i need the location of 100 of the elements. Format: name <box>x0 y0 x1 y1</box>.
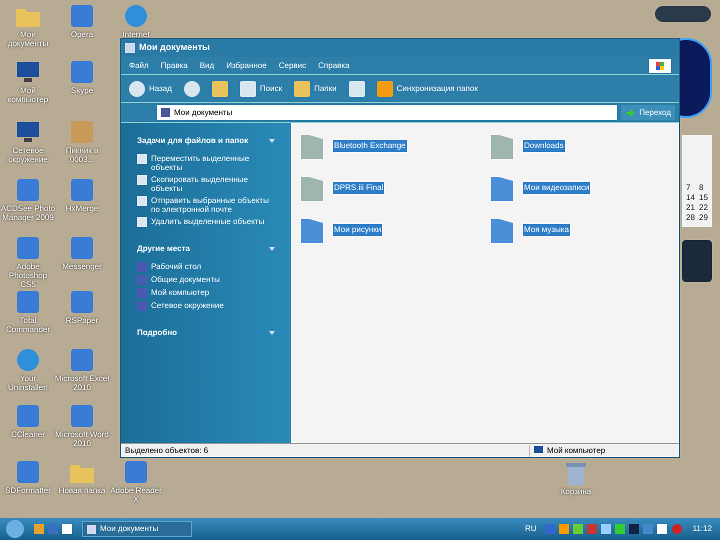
status-text: Выделено объектов: 6 <box>124 444 210 456</box>
folder-icon <box>125 43 135 53</box>
task-icon <box>137 196 147 206</box>
collapse-arrow-icon[interactable] <box>269 139 275 143</box>
desktop-icon-label[interactable]: Opera <box>70 30 94 39</box>
calendar-day[interactable]: 14 <box>686 193 695 203</box>
file-name[interactable]: Bluetooth Exchange <box>333 140 407 152</box>
start-orb-icon[interactable] <box>4 519 26 539</box>
status-location: Мой компьютер <box>529 444 679 456</box>
tray-icons[interactable] <box>544 523 685 535</box>
app-icon <box>14 458 42 486</box>
arrow-right-icon <box>625 108 636 118</box>
desktop-icon-label[interactable]: HxMerge <box>66 204 98 213</box>
clock[interactable]: 11:12 <box>692 523 716 535</box>
windows-logo-icon <box>649 58 671 72</box>
folder-icon <box>294 80 310 96</box>
calendar-day[interactable]: 8 <box>699 183 708 193</box>
file-name[interactable]: Мои рисунки <box>333 224 382 236</box>
trash-bin-icon <box>565 462 587 486</box>
file-name[interactable]: DPRS.iii Final <box>333 182 384 194</box>
app-icon <box>14 234 42 262</box>
task-link[interactable]: Переместить выделенные объекты <box>151 154 275 172</box>
task-link[interactable]: Мой компьютер <box>151 288 210 297</box>
menu-item[interactable]: Сервис <box>278 60 306 72</box>
app-icon <box>122 458 150 486</box>
taskbar-window-button[interactable]: Мои документы <box>82 521 192 537</box>
quick-launch-icon[interactable] <box>34 523 74 535</box>
globe-icon <box>122 2 150 30</box>
desktop-icon-label[interactable]: Skype <box>70 86 94 95</box>
folder-up-icon <box>212 80 228 96</box>
file-name[interactable]: Мои видеозаписи <box>523 182 590 194</box>
go-button[interactable]: Переход <box>621 105 675 120</box>
globe-icon <box>14 346 42 374</box>
desktop-icon-label[interactable]: Your Uninstaller! <box>0 374 56 392</box>
monitor-icon <box>534 446 543 455</box>
collapse-arrow-icon[interactable] <box>269 247 275 251</box>
menu-item[interactable]: Файл <box>129 60 149 72</box>
grid-icon <box>348 80 365 96</box>
calendar-day[interactable]: 7 <box>686 183 695 193</box>
desktop-icon-label[interactable]: Microsoft Word 2010 <box>54 430 110 448</box>
gadget-bar[interactable] <box>655 6 711 22</box>
sync-button[interactable]: Синхронизация папок <box>376 80 478 96</box>
calendar-day[interactable]: 28 <box>686 213 695 223</box>
views-button[interactable] <box>348 80 365 96</box>
desktop-icon-label[interactable]: Internet <box>122 30 150 39</box>
desktop-icon-label[interactable]: Total Commander <box>0 316 56 334</box>
desktop-icon-label[interactable]: Microsoft Excel 2010 <box>54 374 110 392</box>
picture-icon <box>68 118 96 146</box>
sync-icon <box>376 80 393 96</box>
desktop-icon-label[interactable]: Мои документы <box>0 30 56 48</box>
task-link[interactable]: Удалить выделенные объекты <box>151 217 264 226</box>
up-button[interactable] <box>212 80 228 96</box>
desktop-icon-label[interactable]: Adobe Reader X <box>108 486 164 504</box>
desktop-icon-label[interactable]: Новая папка <box>58 486 106 495</box>
calendar-day[interactable]: 15 <box>699 193 708 203</box>
collapse-arrow-icon[interactable] <box>269 331 275 335</box>
task-link[interactable]: Скопировать выделенные объекты <box>151 175 275 193</box>
folders-button[interactable]: Папки <box>294 80 337 96</box>
app-icon <box>68 2 96 30</box>
task-icon <box>137 175 147 185</box>
forward-button[interactable] <box>184 80 200 96</box>
file-name[interactable]: Downloads <box>523 140 565 152</box>
folder-icon <box>161 108 170 117</box>
back-button[interactable]: Назад <box>129 80 172 96</box>
desktop-icon-label[interactable]: Сетевое окружение <box>0 146 56 164</box>
calendar-day[interactable]: 29 <box>699 213 708 223</box>
panel-heading[interactable]: Другие места <box>137 243 190 255</box>
app-icon <box>68 234 96 262</box>
menu-item[interactable]: Справка <box>318 60 350 72</box>
address-field[interactable]: Мои документы <box>157 105 618 120</box>
window-title: Мои документы <box>139 41 210 54</box>
panel-heading[interactable]: Подробно <box>137 327 178 339</box>
app-icon <box>68 288 96 316</box>
desktop-icon-label[interactable]: Пикник в 0003... <box>54 146 110 164</box>
search-button[interactable]: Поиск <box>240 80 282 96</box>
calendar-day[interactable]: 21 <box>686 203 695 213</box>
desktop-icon-label[interactable]: ACDSee Photo Manager 2009 <box>0 204 56 222</box>
folder-icon <box>87 524 96 534</box>
search-icon <box>240 80 256 96</box>
task-link[interactable]: Отправить выбранные объекты по электронной почте <box>151 196 275 214</box>
file-name[interactable]: Моя музыка <box>523 224 570 236</box>
calendar-day[interactable]: 22 <box>699 203 708 213</box>
panel-heading[interactable]: Задачи для файлов и папок <box>137 135 248 147</box>
desktop-icon-label[interactable]: SDFormatter <box>5 486 51 495</box>
desktop-icon-label[interactable]: RSPaper <box>66 316 98 325</box>
desktop-icon-label[interactable]: Adobe Photoshop CS5 <box>0 262 56 289</box>
menu-item[interactable]: Вид <box>200 60 214 72</box>
language-indicator[interactable]: RU <box>525 523 537 535</box>
menu-item[interactable]: Правка <box>160 60 188 72</box>
task-link[interactable]: Сетевое окружение <box>151 301 224 310</box>
app-icon <box>14 176 42 204</box>
desktop-icon-label[interactable]: Мой компьютер <box>0 86 56 104</box>
desktop-icon-label[interactable]: Корзина <box>560 486 592 498</box>
task-link[interactable]: Рабочий стол <box>151 262 202 271</box>
desktop-icon-label[interactable]: CCleaner <box>11 430 45 439</box>
desktop-icon-label[interactable]: Messenger <box>62 262 102 271</box>
task-icon <box>137 154 147 164</box>
app-icon <box>68 176 96 204</box>
task-link[interactable]: Общие документы <box>151 275 220 284</box>
menu-item[interactable]: Избранное <box>226 60 267 72</box>
